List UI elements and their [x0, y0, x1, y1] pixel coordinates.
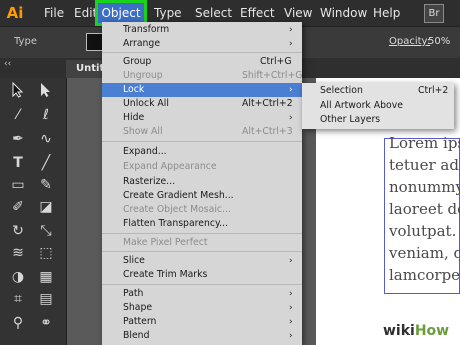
menu-item-create-gradient-mesh[interactable]: Create Gradient Mesh...: [102, 189, 302, 203]
lasso-tool-icon[interactable]: ℓ: [34, 104, 58, 126]
canvas-text-line: Lorem ips: [389, 134, 460, 152]
rotate-tool-icon[interactable]: ↻: [6, 220, 30, 242]
menu-item-transform[interactable]: Transform ›: [102, 23, 302, 37]
free-transform-tool-icon[interactable]: ⬚: [34, 242, 58, 264]
menu-item-pattern[interactable]: Pattern ›: [102, 315, 302, 329]
opacity-value[interactable]: 50%: [428, 36, 450, 47]
eraser-tool-icon[interactable]: ◪: [34, 196, 58, 218]
blend-tool-icon[interactable]: ⚭: [34, 312, 58, 334]
menu-separator: [102, 284, 302, 285]
watermark-how: How: [414, 323, 450, 339]
submenu-arrow-icon: ›: [289, 317, 293, 327]
menu-help[interactable]: Help: [373, 0, 400, 26]
mesh-tool-icon[interactable]: ⌗: [6, 288, 30, 310]
shaper-tool-icon[interactable]: ✐: [6, 196, 30, 218]
canvas-text-line: laoreet do: [389, 200, 460, 218]
submenu-arrow-icon: ›: [289, 303, 293, 313]
canvas-text-line: nonummy: [389, 178, 460, 196]
bridge-button[interactable]: Br: [424, 4, 444, 23]
perspective-tool-icon[interactable]: ▦: [34, 266, 58, 288]
canvas-text-line: veniam, qu: [389, 244, 460, 262]
magic-wand-tool-icon[interactable]: ⁄: [6, 104, 30, 126]
menu-separator: [102, 251, 302, 252]
shape-builder-tool-icon[interactable]: ◑: [6, 266, 30, 288]
selection-type-label: Type: [14, 36, 37, 47]
menu-item-show-all[interactable]: Show All Alt+Ctrl+3: [102, 125, 302, 139]
opacity-label[interactable]: Opacity:: [389, 36, 430, 47]
menu-item-blend[interactable]: Blend ›: [102, 329, 302, 343]
submenu-arrow-icon: ›: [289, 331, 293, 341]
collapse-panel-icon[interactable]: ‹‹: [4, 58, 11, 70]
menu-edit[interactable]: Edit: [74, 0, 97, 26]
eyedropper-tool-icon[interactable]: ⚲: [6, 312, 30, 334]
submenu-arrow-icon: ›: [289, 113, 293, 123]
menu-item-lock[interactable]: Lock ›: [102, 83, 302, 97]
menu-item-ungroup[interactable]: Ungroup Shift+Ctrl+G: [102, 69, 302, 83]
menu-item-hide[interactable]: Hide ›: [102, 111, 302, 125]
submenu-arrow-icon: ›: [289, 25, 293, 35]
menu-window[interactable]: Window: [320, 0, 367, 26]
type-tool-icon[interactable]: T: [6, 152, 30, 174]
menu-item-group[interactable]: Group Ctrl+G: [102, 55, 302, 69]
submenu-item-other-layers[interactable]: Other Layers: [302, 113, 454, 127]
menu-item-create-object-mosaic[interactable]: Create Object Mosaic...: [102, 203, 302, 217]
scale-tool-icon[interactable]: ⤡: [34, 220, 58, 242]
paintbrush-tool-icon[interactable]: ✎: [34, 174, 58, 196]
submenu-arrow-icon: ›: [289, 85, 293, 95]
canvas-text-line: lamcorpen: [389, 266, 460, 284]
curvature-tool-icon[interactable]: ∿: [34, 128, 58, 150]
menu-item-create-trim-marks[interactable]: Create Trim Marks: [102, 268, 302, 282]
menu-item-path[interactable]: Path ›: [102, 287, 302, 301]
menu-separator: [102, 233, 302, 234]
direct-selection-tool-icon[interactable]: [34, 82, 58, 104]
menu-item-make-pixel-perfect[interactable]: Make Pixel Perfect: [102, 236, 302, 250]
menu-item-flatten-transparency[interactable]: Flatten Transparency...: [102, 217, 302, 231]
submenu-arrow-icon: ›: [289, 289, 293, 299]
selection-tool-icon[interactable]: [6, 81, 30, 104]
watermark-wiki: wiki: [383, 323, 415, 339]
submenu-item-lock-selection[interactable]: Selection Ctrl+2: [302, 84, 454, 98]
canvas-text-line: volutpat. U: [389, 222, 460, 240]
canvas-text-line: tetuer adip: [389, 156, 460, 174]
width-tool-icon[interactable]: ≋: [6, 242, 30, 264]
menu-item-shape[interactable]: Shape ›: [102, 301, 302, 315]
menu-item-expand[interactable]: Expand...: [102, 145, 302, 159]
submenu-item-all-artwork-above[interactable]: All Artwork Above: [302, 99, 454, 113]
submenu-arrow-icon: ›: [289, 39, 293, 49]
menu-item-expand-appearance[interactable]: Expand Appearance: [102, 160, 302, 174]
menu-item-rasterize[interactable]: Rasterize...: [102, 175, 302, 189]
line-tool-icon[interactable]: ╱: [34, 152, 58, 174]
menu-item-unlock-all[interactable]: Unlock All Alt+Ctrl+2: [102, 97, 302, 111]
menu-file[interactable]: File: [44, 0, 64, 26]
menu-item-arrange[interactable]: Arrange ›: [102, 37, 302, 51]
menu-item-slice[interactable]: Slice ›: [102, 254, 302, 268]
menu-separator: [102, 52, 302, 53]
rectangle-tool-icon[interactable]: ▭: [6, 174, 30, 196]
menu-separator: [102, 141, 302, 142]
pen-tool-icon[interactable]: ✒: [6, 128, 30, 150]
illustrator-logo: Ai: [6, 4, 24, 22]
wikihow-watermark: wikiHow: [383, 323, 449, 339]
gradient-tool-icon[interactable]: ▤: [34, 288, 58, 310]
submenu-arrow-icon: ›: [289, 256, 293, 266]
